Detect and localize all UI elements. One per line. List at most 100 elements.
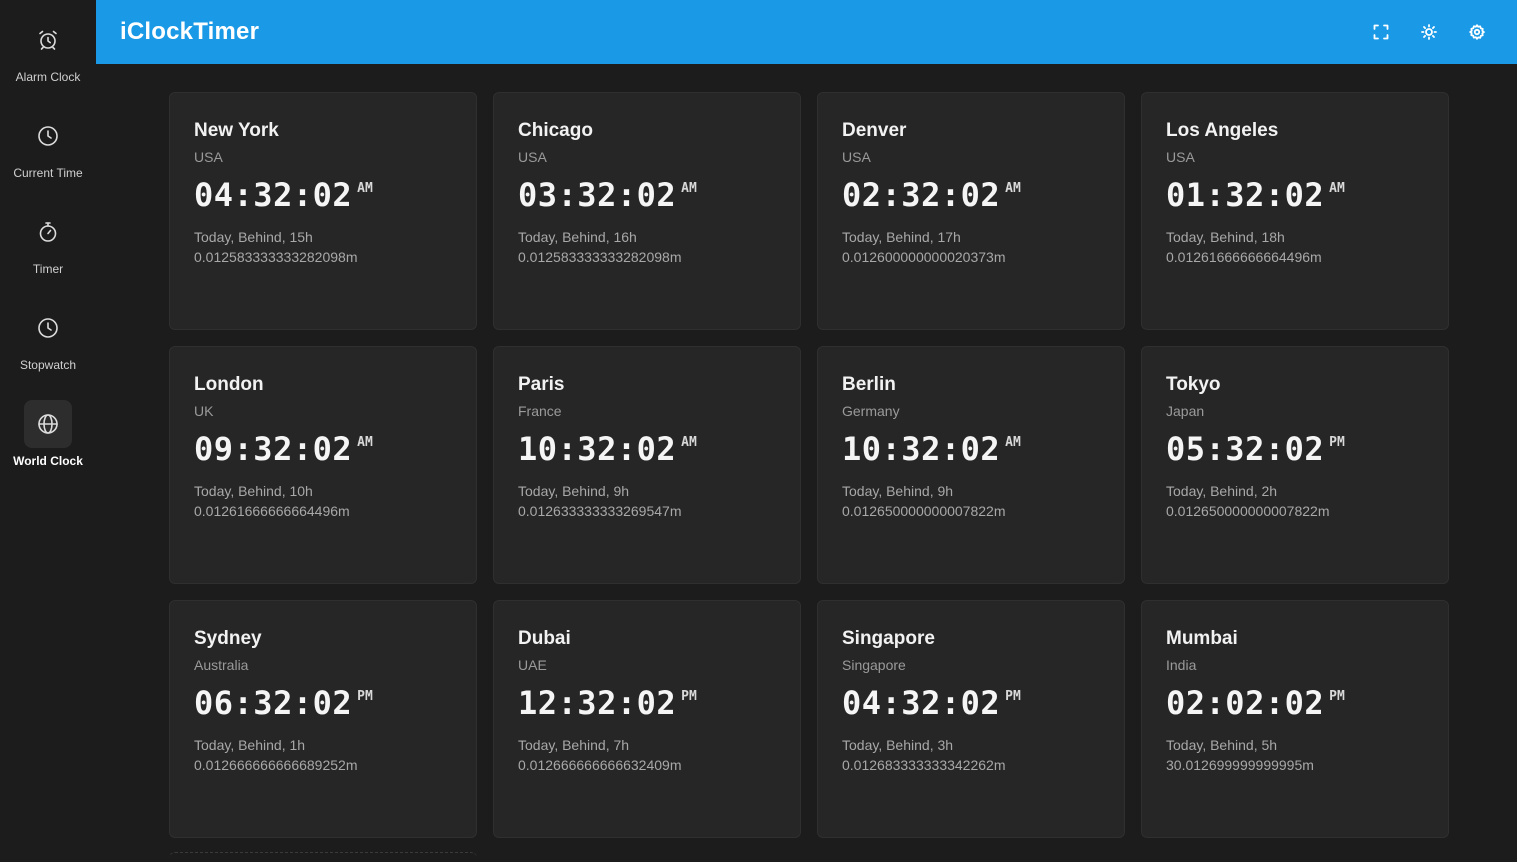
clock-ampm: PM xyxy=(357,689,373,704)
time-offset: Today, Behind, 5h 30.012699999999995m xyxy=(1166,737,1314,773)
clock-time: 05:32:02 xyxy=(1166,430,1325,468)
clock-card[interactable]: Los Angeles USA 01:32:02 AM Today, Behin… xyxy=(1141,92,1449,330)
country-name: UAE xyxy=(518,657,547,673)
time-diff: 0.01261666666664496m xyxy=(1166,249,1322,265)
clock-card[interactable]: Dubai UAE 12:32:02 PM Today, Behind, 7h … xyxy=(493,600,801,838)
clock-card[interactable]: Mumbai India 02:02:02 PM Today, Behind, … xyxy=(1141,600,1449,838)
clock-ampm: PM xyxy=(1329,689,1345,704)
clock-card[interactable]: Singapore Singapore 04:32:02 PM Today, B… xyxy=(817,600,1125,838)
app-title: iClockTimer xyxy=(120,18,260,45)
time-offset: Today, Behind, 17h xyxy=(842,229,961,245)
country-name: Germany xyxy=(842,403,900,419)
time-diff: 0.012683333333342262m xyxy=(842,757,1006,773)
time-offset: Today, Behind, 7h xyxy=(518,737,630,753)
alarm-clock-icon xyxy=(24,16,72,64)
sidebar-item-label: Stopwatch xyxy=(19,358,77,372)
clock-card[interactable]: Denver USA 02:32:02 AM Today, Behind, 17… xyxy=(817,92,1125,330)
clock-ampm: PM xyxy=(1329,435,1345,450)
time-offset: Today, Behind, 2h xyxy=(1166,483,1278,499)
world-clock-grid: New York USA 04:32:02 AM Today, Behind, … xyxy=(169,92,1449,838)
time-row: 04:32:02 PM xyxy=(842,683,1100,723)
clock-time: 12:32:02 xyxy=(518,684,677,722)
clock-time: 02:32:02 xyxy=(842,176,1001,214)
time-row: 01:32:02 AM xyxy=(1166,175,1424,215)
clock-time: 10:32:02 xyxy=(518,430,677,468)
time-row: 02:02:02 PM xyxy=(1166,683,1424,723)
time-diff: 0.012666666666632409m xyxy=(518,757,682,773)
clock-ampm: AM xyxy=(1005,435,1021,450)
brightness-button[interactable] xyxy=(1413,16,1445,48)
sidebar-item-label: Timer xyxy=(32,262,64,276)
city-name: Sydney xyxy=(194,628,262,649)
time-offset: Today, Behind, 15h xyxy=(194,229,313,245)
time-diff: 0.012650000000007822m xyxy=(1166,503,1330,519)
clock-card[interactable]: New York USA 04:32:02 AM Today, Behind, … xyxy=(169,92,477,330)
city-name: Dubai xyxy=(518,628,571,649)
clock-time: 03:32:02 xyxy=(518,176,677,214)
city-name: Berlin xyxy=(842,374,896,395)
sidebar-item-timer[interactable]: Timer xyxy=(0,208,96,304)
settings-button[interactable] xyxy=(1461,16,1493,48)
sidebar-item-label: World Clock xyxy=(13,454,83,468)
time-row: 02:32:02 AM xyxy=(842,175,1100,215)
clock-ampm: AM xyxy=(357,181,373,196)
country-name: USA xyxy=(518,149,547,165)
city-name: London xyxy=(194,374,264,395)
sidebar-item-stopwatch[interactable]: Stopwatch xyxy=(0,304,96,400)
time-row: 05:32:02 PM xyxy=(1166,429,1424,469)
city-name: Denver xyxy=(842,120,907,141)
clock-card[interactable]: Paris France 10:32:02 AM Today, Behind, … xyxy=(493,346,801,584)
time-diff: 0.012600000000020373m xyxy=(842,249,1006,265)
time-row: 06:32:02 PM xyxy=(194,683,452,723)
fullscreen-icon xyxy=(1373,24,1389,40)
time-offset: Today, Behind, 10h xyxy=(194,483,313,499)
clock-card[interactable]: Sydney Australia 06:32:02 PM Today, Behi… xyxy=(169,600,477,838)
sidebar-item-label: Alarm Clock xyxy=(15,70,81,84)
sidebar-item-world-clock[interactable]: World Clock xyxy=(0,400,96,496)
sidebar-item-current-time[interactable]: Current Time xyxy=(0,112,96,208)
time-diff: 0.01261666666664496m xyxy=(194,503,350,519)
app-header: iClockTimer xyxy=(96,0,1517,64)
clock-ampm: PM xyxy=(681,689,697,704)
time-offset: Today, Behind, 3h xyxy=(842,737,954,753)
clock-ampm: AM xyxy=(681,435,697,450)
clock-time: 09:32:02 xyxy=(194,430,353,468)
time-diff: 0.012583333333282098m xyxy=(518,249,682,265)
clock-time: 04:32:02 xyxy=(194,176,353,214)
city-name: Mumbai xyxy=(1166,628,1238,649)
country-name: UK xyxy=(194,403,214,419)
clock-ampm: AM xyxy=(1329,181,1345,196)
add-clock-placeholder[interactable] xyxy=(169,852,477,862)
sidebar-item-label: Current Time xyxy=(13,166,83,180)
time-diff: 0.012666666666689252m xyxy=(194,757,358,773)
clock-card[interactable]: London UK 09:32:02 AM Today, Behind, 10h… xyxy=(169,346,477,584)
city-name: Chicago xyxy=(518,120,593,141)
sidebar-item-alarm-clock[interactable]: Alarm Clock xyxy=(0,16,96,112)
time-row: 03:32:02 AM xyxy=(518,175,776,215)
country-name: Australia xyxy=(194,657,249,673)
clock-time: 01:32:02 xyxy=(1166,176,1325,214)
fullscreen-button[interactable] xyxy=(1365,16,1397,48)
clock-ampm: AM xyxy=(681,181,697,196)
country-name: USA xyxy=(1166,149,1195,165)
time-diff: 0.012583333333282098m xyxy=(194,249,358,265)
clock-card[interactable]: Chicago USA 03:32:02 AM Today, Behind, 1… xyxy=(493,92,801,330)
brightness-icon xyxy=(1421,24,1437,40)
time-diff: 0.012633333333269547m xyxy=(518,503,682,519)
clock-card[interactable]: Berlin Germany 10:32:02 AM Today, Behind… xyxy=(817,346,1125,584)
time-offset: Today, Behind, 9h xyxy=(842,483,954,499)
time-offset: Today, Behind, 1h xyxy=(194,737,306,753)
clock-card[interactable]: Tokyo Japan 05:32:02 PM Today, Behind, 2… xyxy=(1141,346,1449,584)
country-name: USA xyxy=(842,149,871,165)
time-row: 10:32:02 AM xyxy=(518,429,776,469)
clock-time: 06:32:02 xyxy=(194,684,353,722)
timer-icon xyxy=(24,208,72,256)
country-name: Singapore xyxy=(842,657,906,673)
city-name: Paris xyxy=(518,374,565,395)
time-row: 10:32:02 AM xyxy=(842,429,1100,469)
clock-time: 04:32:02 xyxy=(842,684,1001,722)
clock-icon xyxy=(24,112,72,160)
country-name: Japan xyxy=(1166,403,1205,419)
clock-ampm: AM xyxy=(357,435,373,450)
clock-time: 02:02:02 xyxy=(1166,684,1325,722)
